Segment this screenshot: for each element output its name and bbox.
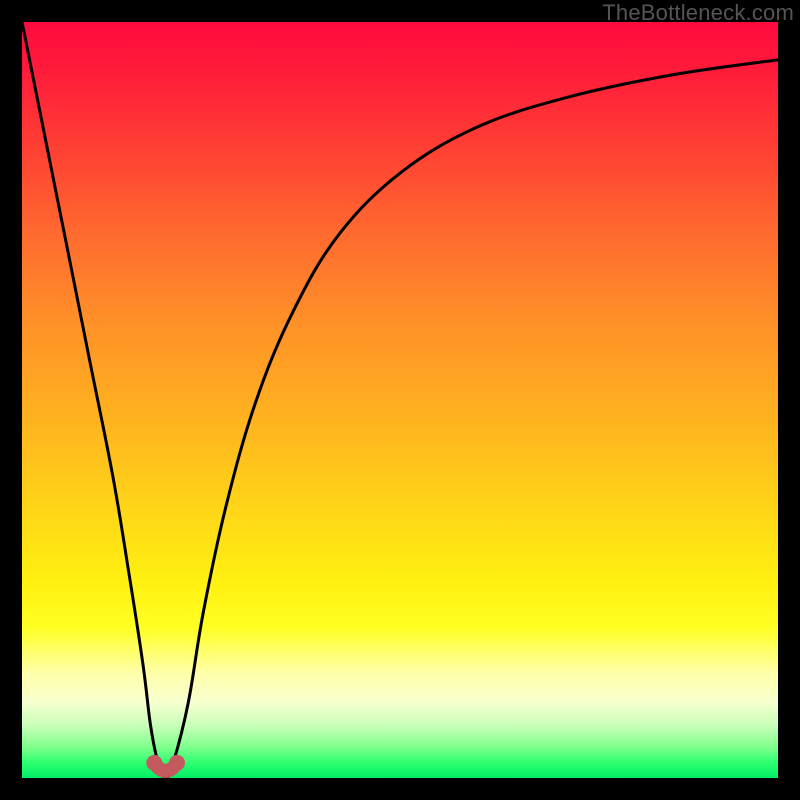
plot-area xyxy=(22,22,778,778)
bottleneck-curve xyxy=(22,22,778,778)
marker-right-dot xyxy=(169,755,185,771)
marker-left-dot xyxy=(146,755,162,771)
curve-layer xyxy=(22,22,778,778)
chart-frame: TheBottleneck.com xyxy=(0,0,800,800)
